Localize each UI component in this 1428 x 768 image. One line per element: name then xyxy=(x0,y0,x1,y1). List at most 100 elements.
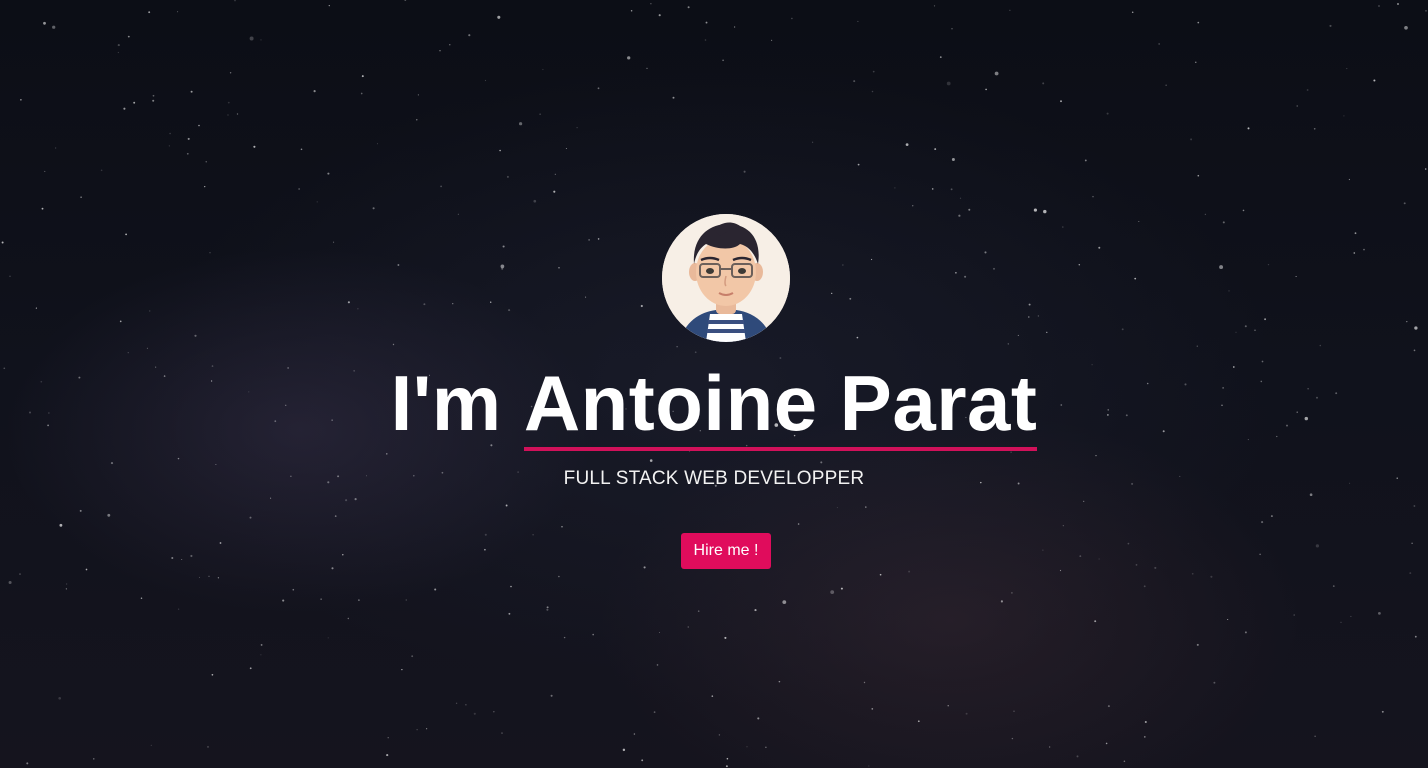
star xyxy=(282,599,285,602)
star xyxy=(1259,553,1261,556)
star xyxy=(253,145,256,148)
star xyxy=(19,573,21,575)
star xyxy=(704,39,707,41)
star xyxy=(392,343,395,346)
star xyxy=(127,352,129,354)
star xyxy=(558,267,560,269)
star xyxy=(506,175,509,178)
star xyxy=(950,188,953,191)
star xyxy=(168,145,170,147)
star xyxy=(1381,710,1384,713)
star xyxy=(416,119,418,121)
star xyxy=(227,101,230,104)
star xyxy=(1131,11,1134,13)
star xyxy=(1270,515,1273,518)
star xyxy=(1092,195,1094,198)
star xyxy=(1204,213,1207,216)
star xyxy=(177,608,180,610)
star xyxy=(653,711,656,713)
star xyxy=(958,214,961,217)
star xyxy=(1373,79,1376,82)
star xyxy=(630,9,633,12)
star xyxy=(1079,555,1082,558)
star xyxy=(1078,264,1081,266)
star xyxy=(687,6,690,9)
star xyxy=(546,606,549,609)
hire-me-button[interactable]: Hire me ! xyxy=(681,533,771,569)
star xyxy=(493,711,495,713)
star xyxy=(592,633,594,636)
star xyxy=(912,205,914,207)
star xyxy=(1403,202,1406,205)
star xyxy=(227,114,229,116)
star xyxy=(140,597,143,600)
star xyxy=(55,147,57,149)
star xyxy=(334,515,337,517)
star xyxy=(66,583,68,585)
star xyxy=(1042,549,1044,551)
star xyxy=(650,3,652,5)
star xyxy=(656,664,659,666)
star xyxy=(1059,569,1062,572)
star xyxy=(718,734,721,736)
star xyxy=(778,680,781,683)
star xyxy=(473,712,476,715)
star xyxy=(1413,349,1416,352)
star xyxy=(1000,600,1003,603)
star xyxy=(1010,591,1013,594)
star xyxy=(1343,115,1345,117)
star xyxy=(546,608,549,611)
star xyxy=(1227,618,1229,621)
star xyxy=(1098,246,1101,249)
star xyxy=(658,14,661,17)
star xyxy=(125,233,127,236)
star xyxy=(508,612,511,615)
star xyxy=(194,334,197,337)
star xyxy=(1404,25,1408,30)
star xyxy=(1046,331,1048,333)
star xyxy=(633,733,636,735)
star xyxy=(856,336,859,339)
star xyxy=(1123,760,1126,763)
star xyxy=(411,655,414,658)
star xyxy=(933,5,936,7)
star xyxy=(331,567,334,570)
star xyxy=(1306,89,1309,91)
star xyxy=(1414,326,1418,330)
star xyxy=(558,575,560,578)
star xyxy=(1413,505,1416,507)
star xyxy=(260,654,262,656)
star xyxy=(1332,585,1335,587)
star xyxy=(791,17,793,20)
star xyxy=(190,90,193,93)
star xyxy=(836,507,838,509)
star xyxy=(622,748,626,752)
star xyxy=(1061,226,1064,228)
star xyxy=(502,245,505,248)
star xyxy=(993,267,995,270)
star xyxy=(658,631,661,634)
star xyxy=(725,765,728,768)
star xyxy=(1138,221,1140,222)
star xyxy=(1190,138,1193,141)
star xyxy=(1143,736,1146,738)
star xyxy=(641,759,644,762)
star xyxy=(1107,705,1110,708)
star xyxy=(1154,566,1157,569)
star xyxy=(43,21,46,25)
star xyxy=(357,308,359,310)
star xyxy=(1094,620,1097,623)
star xyxy=(219,542,222,544)
star xyxy=(171,556,174,560)
star xyxy=(946,81,951,86)
star xyxy=(465,704,467,706)
star xyxy=(1084,159,1087,162)
star xyxy=(1010,451,1012,453)
star xyxy=(840,587,843,590)
title-name: Antoine Parat xyxy=(523,361,1038,451)
star xyxy=(676,346,678,348)
star xyxy=(640,304,643,308)
star xyxy=(711,695,714,697)
star xyxy=(1105,742,1108,745)
star xyxy=(1244,325,1247,328)
